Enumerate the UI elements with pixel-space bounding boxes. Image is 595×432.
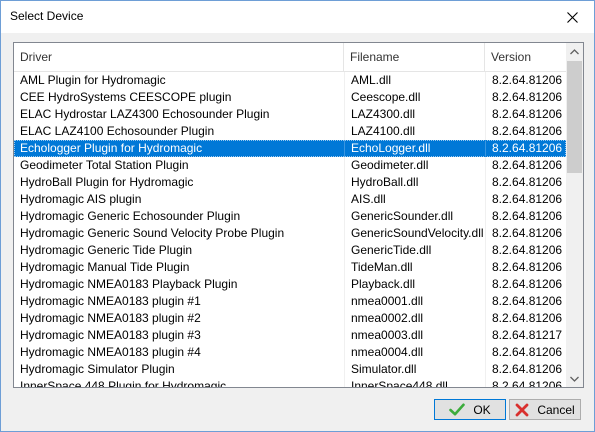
scroll-thumb[interactable]	[567, 61, 582, 173]
table-row[interactable]: AML Plugin for Hydromagic AML.dll 8.2.64.8…	[14, 72, 566, 89]
driver-cell: Hydromagic Simulator Plugin	[20, 362, 175, 376]
close-button[interactable]	[550, 1, 594, 33]
driver-cell: HydroBall Plugin for Hydromagic	[20, 175, 194, 189]
filename-cell: nmea0004.dll	[344, 344, 485, 361]
driver-cell: CEE HydroSystems CEESCOPE plugin	[20, 90, 232, 104]
checkmark-icon	[449, 403, 466, 416]
filename-cell: nmea0001.dll	[344, 293, 485, 310]
filename-cell: Simulator.dll	[344, 361, 485, 378]
filename-cell: TideMan.dll	[344, 259, 485, 276]
driver-cell: AML Plugin for Hydromagic	[20, 73, 166, 87]
version-cell: 8.2.64.81206	[485, 72, 566, 89]
column-header-filename[interactable]: Filename	[344, 43, 485, 71]
table-row[interactable]: Hydromagic NMEA0183 plugin #3 nmea0003.dl…	[14, 327, 566, 344]
filename-cell: AML.dll	[344, 72, 485, 89]
filename-cell: GenericTide.dll	[344, 242, 485, 259]
version-cell: 8.2.64.81206	[485, 242, 566, 259]
column-header-driver[interactable]: Driver	[14, 43, 344, 71]
table-row[interactable]: Hydromagic Manual Tide Plugin TideMan.dll…	[14, 259, 566, 276]
table-row[interactable]: Hydromagic NMEA0183 plugin #1 nmea0001.dl…	[14, 293, 566, 310]
driver-cell: Hydromagic NMEA0183 plugin #2	[20, 311, 201, 325]
chevron-down-icon	[570, 376, 579, 382]
filename-cell: Playback.dll	[344, 276, 485, 293]
table-row[interactable]: ELAC LAZ4100 Echosounder Plugin LAZ4100.d…	[14, 123, 566, 140]
driver-cell: Hydromagic Generic Sound Velocity Probe …	[20, 226, 285, 240]
version-cell: 8.2.64.81206	[485, 140, 566, 157]
filename-cell: InnerSpace448.dll	[344, 378, 485, 387]
table-row[interactable]: CEE HydroSystems CEESCOPE plugin Ceescope…	[14, 89, 566, 106]
filename-cell: LAZ4100.dll	[344, 123, 485, 140]
select-device-dialog: Select Device Driver Filename Version AM…	[0, 0, 595, 432]
driver-cell: Hydromagic Manual Tide Plugin	[20, 260, 190, 274]
version-cell: 8.2.64.81206	[485, 293, 566, 310]
filename-cell: AIS.dll	[344, 191, 485, 208]
version-cell: 8.2.64.81206	[485, 225, 566, 242]
table-row[interactable]: Echologger Plugin for Hydromagic EchoLogg…	[14, 140, 566, 157]
version-cell: 8.2.64.81217	[485, 327, 566, 344]
driver-cell: Echologger Plugin for Hydromagic	[20, 141, 203, 155]
scroll-up-button[interactable]	[566, 43, 583, 60]
table-row[interactable]: HydroBall Plugin for Hydromagic HydroBall…	[14, 174, 566, 191]
filename-cell: HydroBall.dll	[344, 174, 485, 191]
driver-cell: ELAC LAZ4100 Echosounder Plugin	[20, 124, 215, 138]
filename-cell: EchoLogger.dll	[344, 140, 485, 157]
chevron-up-icon	[570, 48, 579, 54]
filename-cell: nmea0002.dll	[344, 310, 485, 327]
version-cell: 8.2.64.81206	[485, 361, 566, 378]
title-bar: Select Device	[1, 1, 594, 33]
table-row[interactable]: Hydromagic NMEA0183 plugin #2 nmea0002.dl…	[14, 310, 566, 327]
ok-button[interactable]: OK	[434, 399, 506, 420]
driver-cell: Hydromagic Generic Tide Plugin	[20, 243, 193, 257]
filename-cell: LAZ4300.dll	[344, 106, 485, 123]
driver-cell: Hydromagic AIS plugin	[20, 192, 142, 206]
list-rows: AML Plugin for Hydromagic AML.dll 8.2.64.8…	[14, 72, 566, 388]
scroll-down-button[interactable]	[566, 370, 583, 387]
driver-cell: Hydromagic NMEA0183 plugin #3	[20, 328, 201, 342]
table-row[interactable]: Hydromagic Generic Sound Velocity Probe …	[14, 225, 566, 242]
version-cell: 8.2.64.81206	[485, 191, 566, 208]
version-cell: 8.2.64.81206	[485, 157, 566, 174]
driver-cell: Hydromagic NMEA0183 plugin #4	[20, 345, 201, 359]
version-cell: 8.2.64.81206	[485, 344, 566, 361]
table-row[interactable]: Hydromagic Generic Tide Plugin GenericTid…	[14, 242, 566, 259]
driver-cell: ELAC Hydrostar LAZ4300 Echosounder Plugi…	[20, 107, 270, 121]
filename-cell: GenericSoundVelocity.dll	[344, 225, 485, 242]
table-row[interactable]: Hydromagic Simulator Plugin Simulator.dll…	[14, 361, 566, 378]
ok-button-label: OK	[473, 402, 491, 417]
version-cell: 8.2.64.81206	[485, 106, 566, 123]
version-cell: 8.2.64.81206	[485, 378, 566, 387]
table-row[interactable]: Hydromagic AIS plugin AIS.dll 8.2.64.81206	[14, 191, 566, 208]
version-cell: 8.2.64.81206	[485, 123, 566, 140]
version-cell: 8.2.64.81206	[485, 310, 566, 327]
driver-cell: Hydromagic NMEA0183 plugin #1	[20, 294, 201, 308]
filename-cell: nmea0003.dll	[344, 327, 485, 344]
window-title: Select Device	[10, 9, 84, 23]
driver-cell: InnerSpace 448 Plugin for Hydromagic	[20, 379, 227, 388]
version-cell: 8.2.64.81206	[485, 174, 566, 191]
version-cell: 8.2.64.81206	[485, 89, 566, 106]
list-header: Driver Filename Version	[14, 43, 566, 72]
table-row[interactable]: Hydromagic NMEA0183 plugin #4 nmea0004.dl…	[14, 344, 566, 361]
version-cell: 8.2.64.81206	[485, 208, 566, 225]
driver-cell: Hydromagic NMEA0183 Playback Plugin	[20, 277, 238, 291]
cancel-button[interactable]: Cancel	[509, 399, 581, 420]
filename-cell: Ceescope.dll	[344, 89, 485, 106]
table-row[interactable]: InnerSpace 448 Plugin for Hydromagic Inne…	[14, 378, 566, 388]
filename-cell: Geodimeter.dll	[344, 157, 485, 174]
driver-cell: Geodimeter Total Station Plugin	[20, 158, 189, 172]
version-cell: 8.2.64.81206	[485, 259, 566, 276]
driver-cell: Hydromagic Generic Echosounder Plugin	[20, 209, 241, 223]
vertical-scrollbar[interactable]	[566, 43, 583, 387]
cancel-button-label: Cancel	[537, 402, 575, 417]
table-row[interactable]: Hydromagic NMEA0183 Playback Plugin Playb…	[14, 276, 566, 293]
filename-cell: GenericSounder.dll	[344, 208, 485, 225]
version-cell: 8.2.64.81206	[485, 276, 566, 293]
column-header-version[interactable]: Version	[485, 43, 566, 71]
x-mark-icon	[515, 403, 529, 416]
table-row[interactable]: Geodimeter Total Station Plugin Geodimete…	[14, 157, 566, 174]
table-row[interactable]: Hydromagic Generic Echosounder Plugin Gen…	[14, 208, 566, 225]
device-list[interactable]: Driver Filename Version AML Plugin for H…	[13, 42, 584, 388]
close-icon	[566, 11, 578, 23]
table-row[interactable]: ELAC Hydrostar LAZ4300 Echosounder Plugi…	[14, 106, 566, 123]
